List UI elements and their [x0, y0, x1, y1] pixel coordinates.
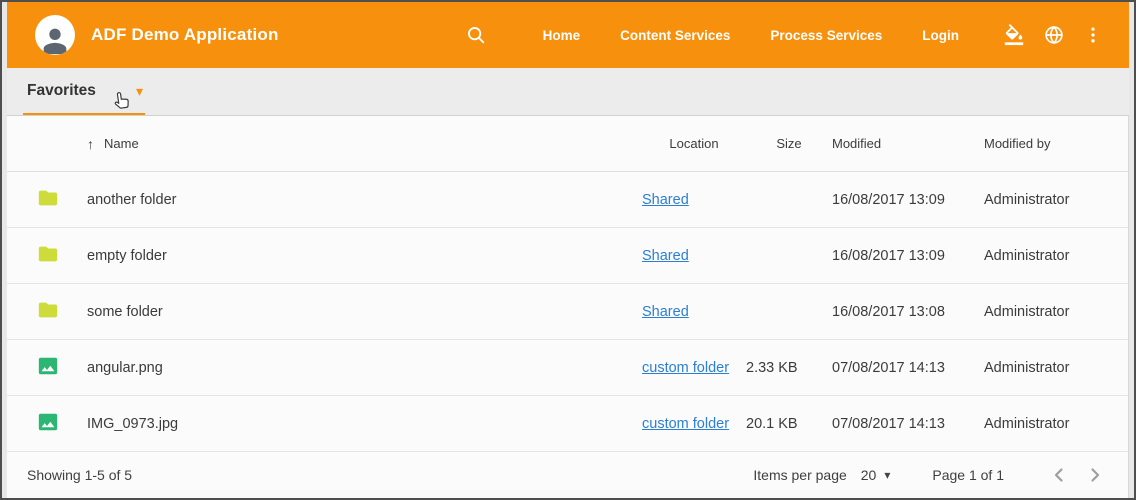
- modified-date: 16/08/2017 13:09: [832, 192, 984, 208]
- table-row[interactable]: some folder Shared 16/08/2017 13:08 Admi…: [7, 284, 1128, 340]
- file-size: 20.1 KB: [746, 416, 832, 432]
- header-nav: Home Content Services Process Services L…: [465, 23, 1103, 47]
- favorites-tab-label: Favorites: [27, 82, 96, 100]
- pagination-bar: Showing 1-5 of 5 Items per page 20 ▾ Pag…: [7, 452, 1129, 498]
- modified-date: 07/08/2017 14:13: [832, 360, 984, 376]
- file-name[interactable]: IMG_0973.jpg: [87, 416, 642, 432]
- chevron-right-icon: [1083, 463, 1107, 487]
- chevron-left-icon: [1047, 463, 1071, 487]
- image-icon: [37, 355, 59, 381]
- chevron-down-icon: ▾: [884, 468, 890, 482]
- nav-home[interactable]: Home: [543, 28, 581, 43]
- view-switcher-bar: Favorites ▾: [7, 68, 1129, 116]
- chevron-down-icon: ▾: [136, 84, 143, 98]
- app-header: ADF Demo Application Home Content Servic…: [7, 2, 1129, 68]
- modified-date: 16/08/2017 13:09: [832, 248, 984, 264]
- next-page-button[interactable]: [1080, 460, 1110, 490]
- modified-date: 07/08/2017 14:13: [832, 416, 984, 432]
- nav-login[interactable]: Login: [922, 28, 959, 43]
- previous-page-button[interactable]: [1044, 460, 1074, 490]
- theme-picker-icon[interactable]: [1003, 23, 1025, 47]
- location-link[interactable]: Shared: [642, 248, 689, 264]
- file-name[interactable]: some folder: [87, 304, 642, 320]
- modified-by: Administrator: [984, 360, 1110, 376]
- modified-by: Administrator: [984, 304, 1110, 320]
- modified-by: Administrator: [984, 248, 1110, 264]
- app-title: ADF Demo Application: [91, 25, 279, 45]
- file-size: 2.33 KB: [746, 360, 832, 376]
- showing-range-label: Showing 1-5 of 5: [27, 467, 132, 483]
- language-globe-icon[interactable]: [1043, 24, 1065, 46]
- items-per-page-value: 20: [861, 467, 877, 483]
- table-row[interactable]: angular.png custom folder 2.33 KB 07/08/…: [7, 340, 1128, 396]
- folder-icon: [37, 243, 59, 269]
- column-header-name[interactable]: ↑ Name: [87, 136, 642, 152]
- table-row[interactable]: another folder Shared 16/08/2017 13:09 A…: [7, 172, 1128, 228]
- more-menu-icon[interactable]: [1083, 24, 1103, 46]
- location-link[interactable]: custom folder: [642, 416, 729, 432]
- modified-by: Administrator: [984, 416, 1110, 432]
- modified-date: 16/08/2017 13:08: [832, 304, 984, 320]
- location-link[interactable]: Shared: [642, 192, 689, 208]
- modified-by: Administrator: [984, 192, 1110, 208]
- folder-icon: [37, 299, 59, 325]
- location-link[interactable]: Shared: [642, 304, 689, 320]
- search-icon[interactable]: [465, 24, 487, 46]
- app-window: ADF Demo Application Home Content Servic…: [0, 0, 1136, 500]
- table-row[interactable]: IMG_0973.jpg custom folder 20.1 KB 07/08…: [7, 396, 1128, 452]
- favorites-tab[interactable]: Favorites ▾: [23, 68, 145, 115]
- table-header-row: ↑ Name Location Size Modified Modified b…: [7, 116, 1128, 172]
- nav-process-services[interactable]: Process Services: [770, 28, 882, 43]
- column-header-size[interactable]: Size: [746, 136, 832, 151]
- page-status-label: Page 1 of 1: [932, 467, 1004, 483]
- table-row[interactable]: empty folder Shared 16/08/2017 13:09 Adm…: [7, 228, 1128, 284]
- document-list: ↑ Name Location Size Modified Modified b…: [7, 116, 1129, 452]
- items-per-page-select[interactable]: 20 ▾: [861, 467, 891, 483]
- nav-content-services[interactable]: Content Services: [620, 28, 730, 43]
- sort-ascending-icon: ↑: [87, 136, 94, 152]
- column-header-location[interactable]: Location: [642, 136, 746, 151]
- column-header-modified-by[interactable]: Modified by: [984, 136, 1110, 151]
- items-per-page-label: Items per page: [753, 467, 846, 483]
- folder-icon: [37, 187, 59, 213]
- file-name[interactable]: another folder: [87, 192, 642, 208]
- location-link[interactable]: custom folder: [642, 360, 729, 376]
- image-icon: [37, 411, 59, 437]
- column-header-modified[interactable]: Modified: [832, 136, 984, 151]
- file-name[interactable]: angular.png: [87, 360, 642, 376]
- file-name[interactable]: empty folder: [87, 248, 642, 264]
- avatar: [35, 15, 75, 55]
